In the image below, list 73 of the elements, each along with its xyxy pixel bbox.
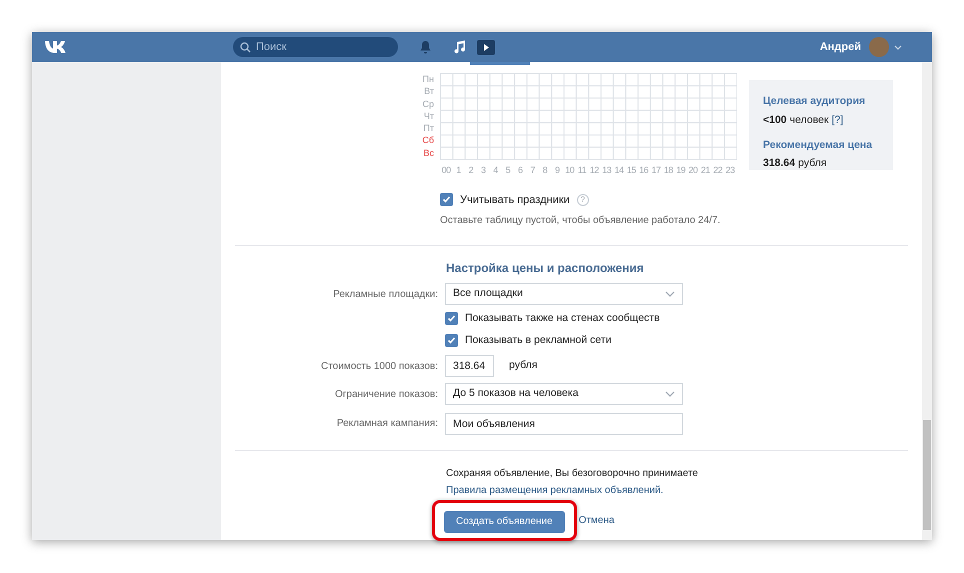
summary-title: Целевая аудитория bbox=[763, 94, 866, 109]
hour-label: 20 bbox=[688, 164, 699, 178]
summary-value: <100 bbox=[763, 112, 787, 128]
section-title: Настройка цены и расположения bbox=[446, 260, 645, 278]
checkbox-label: Учитывать праздники bbox=[460, 192, 570, 208]
field-label: Рекламная кампания: bbox=[336, 416, 438, 431]
hour-label: 12 bbox=[588, 164, 600, 178]
field-label: Рекламные площадки: bbox=[333, 288, 438, 302]
search-icon bbox=[240, 42, 251, 52]
hour-label: 5 bbox=[504, 164, 512, 178]
summary-unit: рубля bbox=[798, 156, 827, 172]
logo-icon[interactable] bbox=[44, 40, 68, 54]
search-field[interactable]: Поиск bbox=[233, 37, 398, 57]
input-field[interactable]: Мои объявления bbox=[445, 413, 683, 436]
hour-label: 19 bbox=[675, 164, 686, 178]
checkmark-icon bbox=[447, 336, 456, 346]
hour-label: 23 bbox=[724, 164, 736, 178]
hour-label: 17 bbox=[650, 164, 662, 178]
hour-label: 16 bbox=[638, 164, 650, 178]
checkmark-icon bbox=[447, 314, 456, 324]
unit-label: рубля bbox=[509, 358, 538, 374]
hour-label: 15 bbox=[626, 164, 637, 178]
checkbox-label: Показывать в рекламной сети bbox=[465, 332, 612, 348]
hour-label: 9 bbox=[554, 164, 561, 178]
weekday-label: Ср bbox=[421, 98, 434, 110]
hour-label: 7 bbox=[529, 164, 536, 178]
hour-label: 18 bbox=[662, 164, 674, 178]
weekday-label: Сб bbox=[421, 134, 434, 147]
checkbox-label: Показывать также на стенах сообществ bbox=[465, 310, 660, 326]
music-note-icon[interactable] bbox=[453, 40, 466, 54]
hour-label: 4 bbox=[492, 164, 499, 178]
hour-label: 21 bbox=[700, 164, 711, 178]
hour-label: 11 bbox=[576, 164, 588, 178]
notice-text: Сохраняя объявление, Вы безоговорочно принимаете bbox=[446, 467, 699, 482]
rules-link[interactable]: Правила размещения рекламных объявлений. bbox=[446, 483, 922, 498]
hour-label: 2 bbox=[468, 164, 474, 178]
weekday-label: Пт bbox=[422, 122, 434, 134]
chevron-down-icon[interactable] bbox=[894, 44, 902, 50]
hour-label: 3 bbox=[480, 164, 487, 178]
user-name[interactable]: Андрей bbox=[820, 38, 861, 56]
field-label: Стоимость 1000 показов: bbox=[320, 360, 438, 374]
hour-label: 00 bbox=[440, 164, 452, 178]
hour-label: 22 bbox=[712, 164, 724, 178]
checkmark-icon bbox=[442, 195, 451, 204]
hour-label: 13 bbox=[601, 164, 612, 178]
hour-label: 1 bbox=[455, 164, 462, 178]
dropdown[interactable]: До 5 показов на человека bbox=[445, 383, 683, 406]
hour-label: 6 bbox=[516, 164, 524, 178]
cancel-link[interactable]: Отмена bbox=[578, 512, 614, 528]
summary-value: 318.64 bbox=[763, 156, 796, 172]
chevron-down-icon bbox=[665, 291, 675, 298]
bell-icon[interactable] bbox=[419, 40, 432, 54]
weekday-label: Вс bbox=[422, 146, 434, 160]
help-link[interactable]: [?] bbox=[832, 112, 844, 128]
checkbox[interactable] bbox=[440, 193, 453, 206]
summary-title: Рекомендуемая цена bbox=[763, 138, 874, 152]
weekday-label: Пн bbox=[422, 73, 434, 86]
create-ad-button[interactable]: Создать объявление bbox=[444, 510, 565, 533]
play-icon[interactable] bbox=[477, 40, 495, 54]
checkbox[interactable] bbox=[445, 334, 458, 348]
checkbox[interactable] bbox=[445, 312, 458, 326]
input-field[interactable]: 318.64 bbox=[445, 355, 494, 378]
hour-label: 10 bbox=[564, 164, 576, 178]
weekday-label: Вт bbox=[423, 85, 434, 98]
tab-indicator bbox=[470, 62, 530, 65]
field-label: Ограничение показов: bbox=[334, 388, 438, 402]
hour-label: 8 bbox=[542, 164, 548, 178]
hour-label: 14 bbox=[613, 164, 625, 178]
summary-unit: человек bbox=[790, 112, 829, 128]
dropdown[interactable]: Все площадки bbox=[445, 283, 683, 306]
chevron-down-icon bbox=[665, 391, 675, 398]
hint-text: Оставьте таблицу пустой, чтобы объявление работало 24/7. bbox=[440, 214, 722, 228]
weekday-label: Чт bbox=[422, 110, 434, 122]
